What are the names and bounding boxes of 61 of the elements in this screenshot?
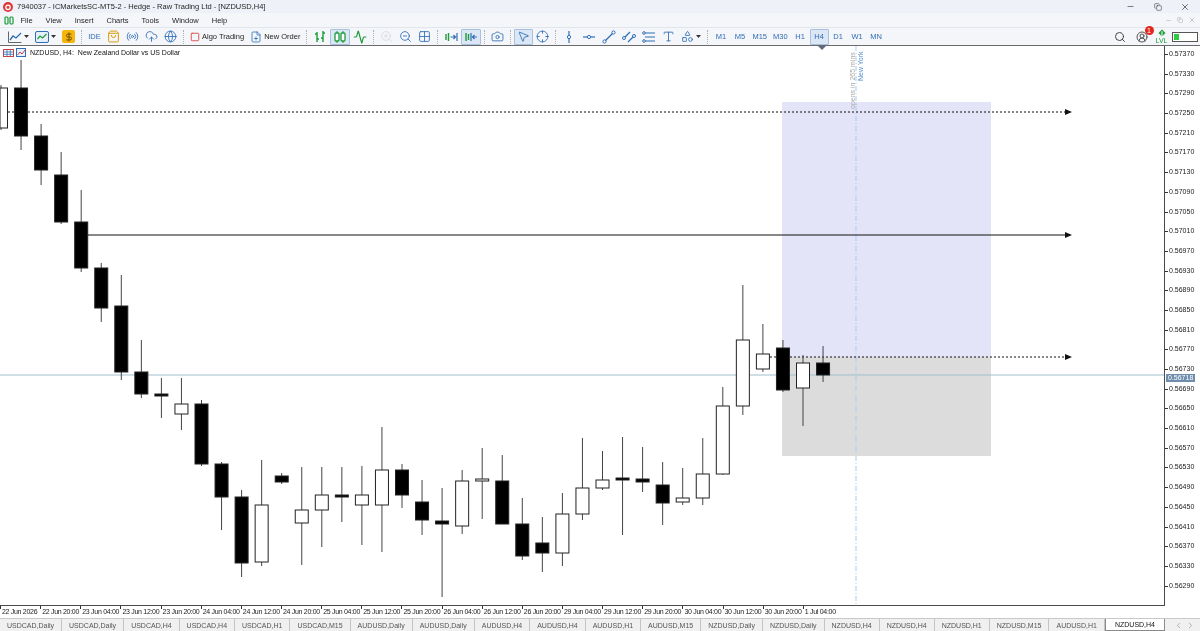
candle [34, 123, 49, 186]
candle [154, 377, 169, 419]
candle [274, 472, 289, 485]
candle [194, 399, 209, 467]
dollar-icon [62, 30, 75, 43]
table-icon [3, 48, 14, 57]
text-tool-icon [662, 30, 676, 43]
candle [635, 446, 650, 493]
candle [655, 461, 670, 526]
candle [415, 479, 430, 536]
camera-icon [491, 30, 505, 43]
chart-shift-button[interactable] [461, 28, 482, 45]
shapes-icon [681, 30, 695, 43]
restore-icon [1177, 17, 1183, 23]
close-icon [1188, 16, 1196, 24]
candle [595, 450, 610, 491]
candle [214, 461, 229, 531]
globe-button[interactable] [161, 28, 180, 45]
caret-icon [696, 35, 702, 38]
line-chart-icon [8, 30, 22, 43]
square-icon [190, 31, 200, 42]
candle [775, 339, 790, 393]
caret-icon [51, 35, 56, 38]
globe-icon [164, 30, 177, 43]
candle [695, 437, 710, 506]
candle [495, 454, 510, 525]
candle [535, 516, 550, 573]
ohlc-bars-icon [313, 29, 328, 44]
crosshair-icon [536, 30, 550, 43]
candle [174, 377, 189, 431]
cursor-button[interactable] [514, 28, 534, 45]
chart-window-icon [35, 30, 49, 43]
cloud-upload-icon [145, 30, 158, 43]
candlestick-chart-button[interactable] [330, 28, 351, 45]
chart-icon [16, 48, 26, 57]
user-circle-icon [1135, 30, 1148, 43]
line-chart-icon [353, 29, 368, 44]
candle [455, 469, 470, 535]
candle [94, 262, 109, 323]
grid-icon [418, 30, 432, 43]
candle [134, 339, 149, 399]
candle [515, 497, 530, 561]
candle [395, 463, 409, 509]
zoom-out-icon [399, 30, 413, 43]
candlestick-icon [4, 15, 14, 25]
candlestick-icon [333, 29, 348, 44]
zoom-in-icon [380, 30, 394, 43]
candle [816, 345, 831, 383]
file-plus-icon [250, 30, 263, 43]
candle [755, 323, 770, 373]
indicators-dropdown[interactable] [32, 28, 59, 45]
broadcast-icon [126, 30, 139, 43]
candle [334, 466, 349, 523]
candle [675, 467, 690, 506]
close-icon [1179, 1, 1190, 12]
cursor-icon [517, 30, 531, 43]
shopping-bag-icon [107, 30, 120, 43]
restore-icon [1153, 2, 1162, 11]
caret-icon [24, 35, 29, 38]
search-icon [1113, 30, 1126, 43]
deposit-button[interactable] [59, 28, 78, 45]
